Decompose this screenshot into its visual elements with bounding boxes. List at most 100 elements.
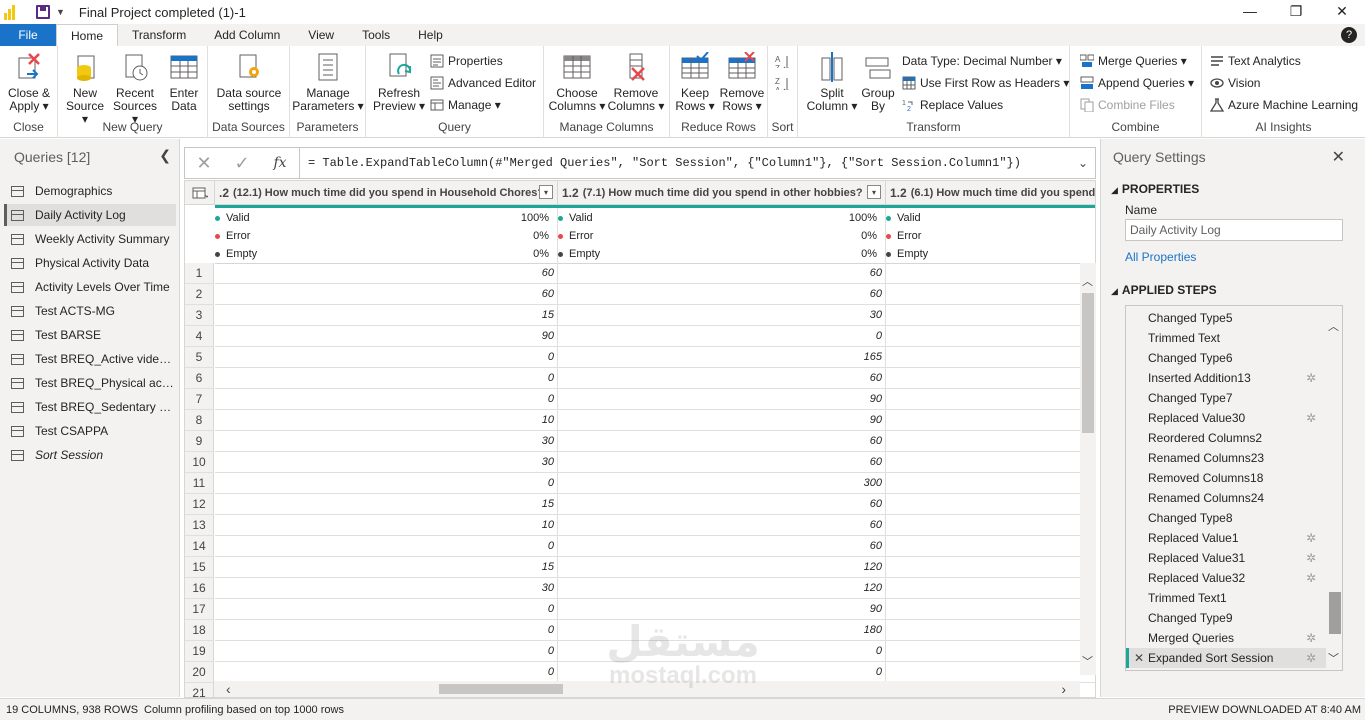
row-number[interactable]: 16 xyxy=(185,578,214,599)
row-number[interactable]: 11 xyxy=(185,473,214,494)
scroll-up-icon[interactable]: ︿ xyxy=(1328,318,1339,334)
table-cell[interactable]: 30 xyxy=(558,305,886,326)
scroll-right-icon[interactable]: › xyxy=(1061,681,1066,697)
query-item[interactable]: Sort Session xyxy=(4,444,176,466)
applied-step[interactable]: Replaced Value32 ✲ xyxy=(1126,568,1326,588)
table-cell[interactable] xyxy=(886,431,1095,452)
column-filter-dropdown-icon[interactable]: ▾ xyxy=(867,185,881,199)
column-filter-dropdown-icon[interactable]: ▾ xyxy=(539,185,553,199)
table-cell[interactable]: 0 xyxy=(558,326,886,347)
applied-step[interactable]: Changed Type7 xyxy=(1126,388,1326,408)
merge-queries-button[interactable]: Merge Queries ▾ xyxy=(1080,52,1187,70)
table-cell[interactable]: 15 xyxy=(215,494,558,515)
applied-step[interactable]: Replaced Value31 ✲ xyxy=(1126,548,1326,568)
properties-section[interactable]: ◢ PROPERTIES xyxy=(1111,182,1199,196)
manage-parameters-button[interactable]: Manage Parameters ▾ xyxy=(292,52,364,113)
query-item[interactable]: Test BREQ_Sedentary be... xyxy=(4,396,176,418)
scroll-left-icon[interactable]: ‹ xyxy=(226,681,231,697)
row-number[interactable]: 12 xyxy=(185,494,214,515)
cancel-formula-icon[interactable]: ✕ xyxy=(185,153,223,174)
column-header[interactable]: 1.2 (7.1) How much time did you spend in … xyxy=(558,181,886,205)
step-settings-gear-icon[interactable]: ✲ xyxy=(1306,368,1316,388)
table-cell[interactable] xyxy=(886,620,1095,641)
table-cell[interactable] xyxy=(886,326,1095,347)
tab-file[interactable]: File xyxy=(0,24,56,46)
azure-ml-button[interactable]: Azure Machine Learning xyxy=(1210,96,1358,114)
table-cell[interactable]: 60 xyxy=(558,536,886,557)
table-cell[interactable]: 120 xyxy=(558,578,886,599)
table-menu-icon[interactable] xyxy=(185,181,215,205)
query-item[interactable]: Physical Activity Data xyxy=(4,252,176,274)
table-cell[interactable]: 30 xyxy=(215,452,558,473)
minimize-button[interactable]: — xyxy=(1227,0,1273,24)
table-cell[interactable] xyxy=(886,368,1095,389)
confirm-formula-icon[interactable]: ✓ xyxy=(223,153,261,174)
new-source-button[interactable]: New Source ▾ xyxy=(62,52,108,126)
column-header[interactable]: 1.2 (6.1) How much time did you spend in xyxy=(886,181,1095,205)
row-number[interactable]: 21 xyxy=(185,683,214,697)
table-cell[interactable]: 15 xyxy=(215,305,558,326)
step-settings-gear-icon[interactable]: ✲ xyxy=(1306,568,1316,588)
table-cell[interactable]: 30 xyxy=(215,578,558,599)
query-name-input[interactable]: Daily Activity Log xyxy=(1125,219,1343,241)
delete-step-icon[interactable]: ✕ xyxy=(1134,648,1144,668)
table-cell[interactable]: 0 xyxy=(215,347,558,368)
table-cell[interactable]: 0 xyxy=(215,536,558,557)
row-number[interactable]: 6 xyxy=(185,368,214,389)
group-by-button[interactable]: Group By xyxy=(860,52,896,113)
table-cell[interactable]: 90 xyxy=(215,326,558,347)
table-cell[interactable]: 90 xyxy=(558,389,886,410)
applied-step[interactable]: Changed Type5 xyxy=(1126,308,1326,328)
applied-step[interactable]: Renamed Columns24 xyxy=(1126,488,1326,508)
sort-ascending-button[interactable]: AZ xyxy=(775,52,789,70)
table-cell[interactable] xyxy=(886,578,1095,599)
row-number[interactable]: 3 xyxy=(185,305,214,326)
table-cell[interactable]: 0 xyxy=(215,599,558,620)
row-number[interactable]: 4 xyxy=(185,326,214,347)
decimal-type-icon[interactable]: .2 xyxy=(219,186,229,200)
row-number[interactable]: 8 xyxy=(185,410,214,431)
split-column-button[interactable]: Split Column ▾ xyxy=(802,52,862,113)
applied-step[interactable]: Reordered Columns2 xyxy=(1126,428,1326,448)
replace-values-button[interactable]: 12 Replace Values xyxy=(902,96,1003,114)
query-item[interactable]: Activity Levels Over Time xyxy=(4,276,176,298)
row-number[interactable]: 19 xyxy=(185,641,214,662)
close-window-button[interactable]: ✕ xyxy=(1319,0,1365,24)
query-item[interactable]: Test ACTS-MG xyxy=(4,300,176,322)
table-cell[interactable]: 60 xyxy=(558,263,886,284)
table-cell[interactable] xyxy=(886,515,1095,536)
table-cell[interactable]: 165 xyxy=(558,347,886,368)
table-cell[interactable]: 60 xyxy=(558,494,886,515)
applied-step[interactable]: Trimmed Text xyxy=(1126,328,1326,348)
row-number[interactable]: 2 xyxy=(185,284,214,305)
steps-scroll-thumb[interactable] xyxy=(1329,592,1341,634)
vertical-scroll-thumb[interactable] xyxy=(1082,293,1094,433)
query-item[interactable]: Demographics xyxy=(4,180,176,202)
save-icon[interactable] xyxy=(36,5,50,19)
query-item[interactable]: Test BREQ_Physical activi... xyxy=(4,372,176,394)
step-settings-gear-icon[interactable]: ✲ xyxy=(1306,528,1316,548)
combine-files-button[interactable]: Combine Files xyxy=(1080,96,1175,114)
table-cell[interactable]: 30 xyxy=(215,431,558,452)
table-cell[interactable] xyxy=(886,473,1095,494)
decimal-type-icon[interactable]: 1.2 xyxy=(890,186,907,200)
table-cell[interactable]: 300 xyxy=(558,473,886,494)
table-cell[interactable] xyxy=(886,557,1095,578)
tab-tools[interactable]: Tools xyxy=(348,24,404,46)
row-number[interactable]: 17 xyxy=(185,599,214,620)
applied-step[interactable]: Renamed Columns23 xyxy=(1126,448,1326,468)
keep-rows-button[interactable]: Keep Rows ▾ xyxy=(672,51,718,113)
step-settings-gear-icon[interactable]: ✲ xyxy=(1306,648,1316,668)
advanced-editor-button[interactable]: Advanced Editor xyxy=(430,74,536,92)
row-number[interactable]: 15 xyxy=(185,557,214,578)
applied-step[interactable]: Inserted Addition13 ✲ xyxy=(1126,368,1326,388)
refresh-preview-button[interactable]: Refresh Preview ▾ xyxy=(370,52,428,113)
row-number[interactable]: 20 xyxy=(185,662,214,683)
table-cell[interactable]: 60 xyxy=(558,452,886,473)
properties-button[interactable]: Properties xyxy=(430,52,503,70)
table-cell[interactable] xyxy=(886,536,1095,557)
query-item[interactable]: Daily Activity Log xyxy=(4,204,176,226)
step-settings-gear-icon[interactable]: ✲ xyxy=(1306,408,1316,428)
step-settings-gear-icon[interactable]: ✲ xyxy=(1306,628,1316,648)
close-settings-icon[interactable]: ✕ xyxy=(1332,147,1345,167)
